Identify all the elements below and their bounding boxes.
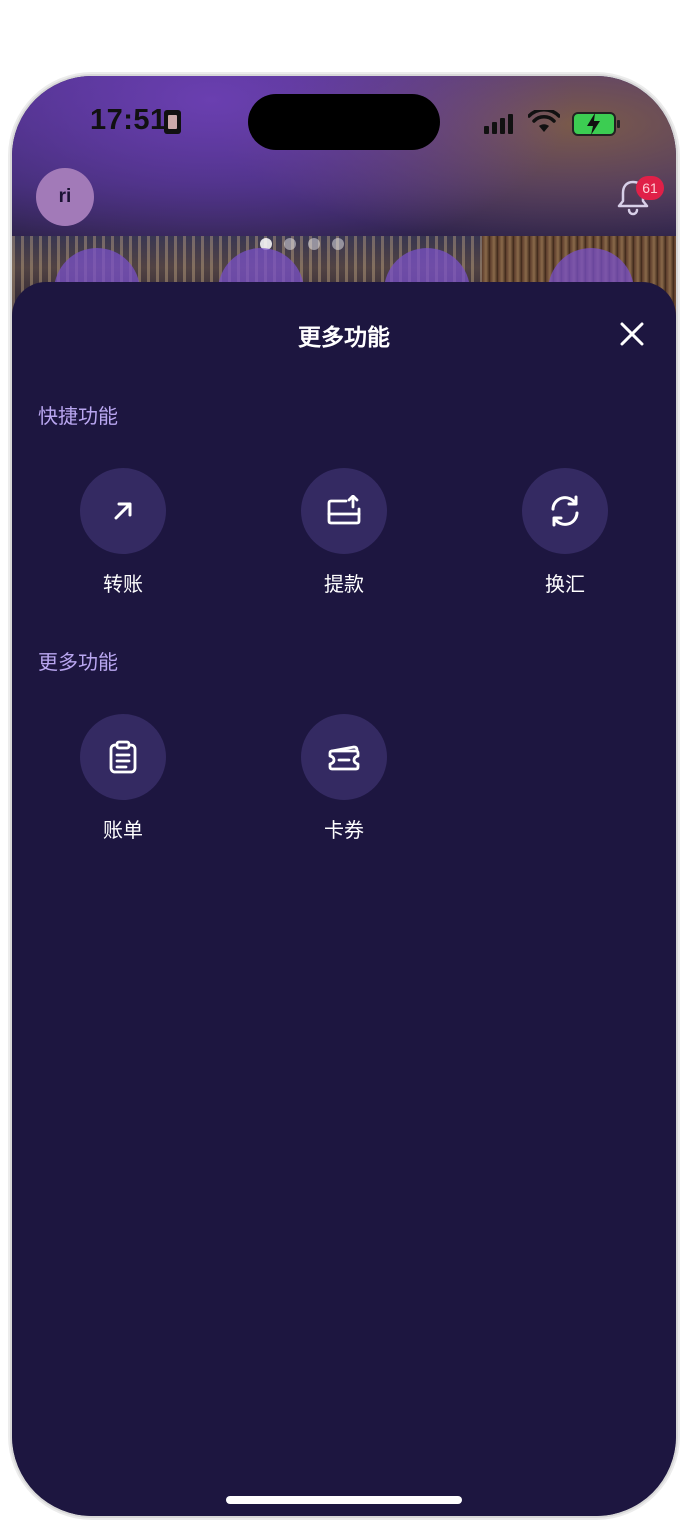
arrow-up-right-icon: [114, 502, 132, 520]
clipboard-icon: [109, 740, 137, 774]
transfer-icon-circle: [80, 468, 166, 554]
wifi-icon: [528, 110, 560, 132]
exchange-icon: [551, 495, 579, 527]
signal-icon: [484, 114, 513, 134]
close-icon: [620, 322, 644, 346]
withdraw-label: 提款: [324, 572, 364, 596]
ticket-icon: [328, 745, 360, 771]
phone-screen: 17:51 ri 61 更多功能 快捷功能 转账 提款 换汇 更多功能 账单 卡…: [12, 76, 676, 1516]
withdraw-icon: [327, 495, 361, 525]
coupons-button[interactable]: 卡券: [269, 714, 419, 843]
banner-pagination: [260, 238, 344, 250]
transfer-button[interactable]: 转账: [48, 468, 198, 597]
withdraw-icon-circle: [301, 468, 387, 554]
section-title-quick: 快捷功能: [38, 404, 118, 428]
bills-icon-circle: [80, 714, 166, 800]
bills-label: 账单: [103, 818, 143, 842]
battery-icon: [572, 112, 620, 136]
bills-button[interactable]: 账单: [48, 714, 198, 843]
status-time: 17:51: [90, 104, 167, 136]
exchange-label: 换汇: [545, 572, 585, 596]
avatar[interactable]: ri: [36, 168, 94, 226]
notification-badge: 61: [636, 176, 664, 200]
exchange-icon-circle: [522, 468, 608, 554]
exchange-button[interactable]: 换汇: [490, 468, 640, 597]
withdraw-button[interactable]: 提款: [269, 468, 419, 597]
coupons-label: 卡券: [324, 818, 364, 842]
transfer-label: 转账: [103, 572, 143, 596]
sheet-title: 更多功能: [298, 325, 390, 351]
close-button[interactable]: [610, 312, 654, 356]
home-indicator: [226, 1496, 462, 1504]
more-features-sheet: 更多功能 快捷功能 转账 提款 换汇 更多功能 账单 卡券: [12, 282, 676, 1516]
sim-icon: [164, 110, 181, 134]
section-title-more: 更多功能: [38, 650, 118, 674]
dynamic-island: [248, 94, 440, 150]
coupons-icon-circle: [301, 714, 387, 800]
